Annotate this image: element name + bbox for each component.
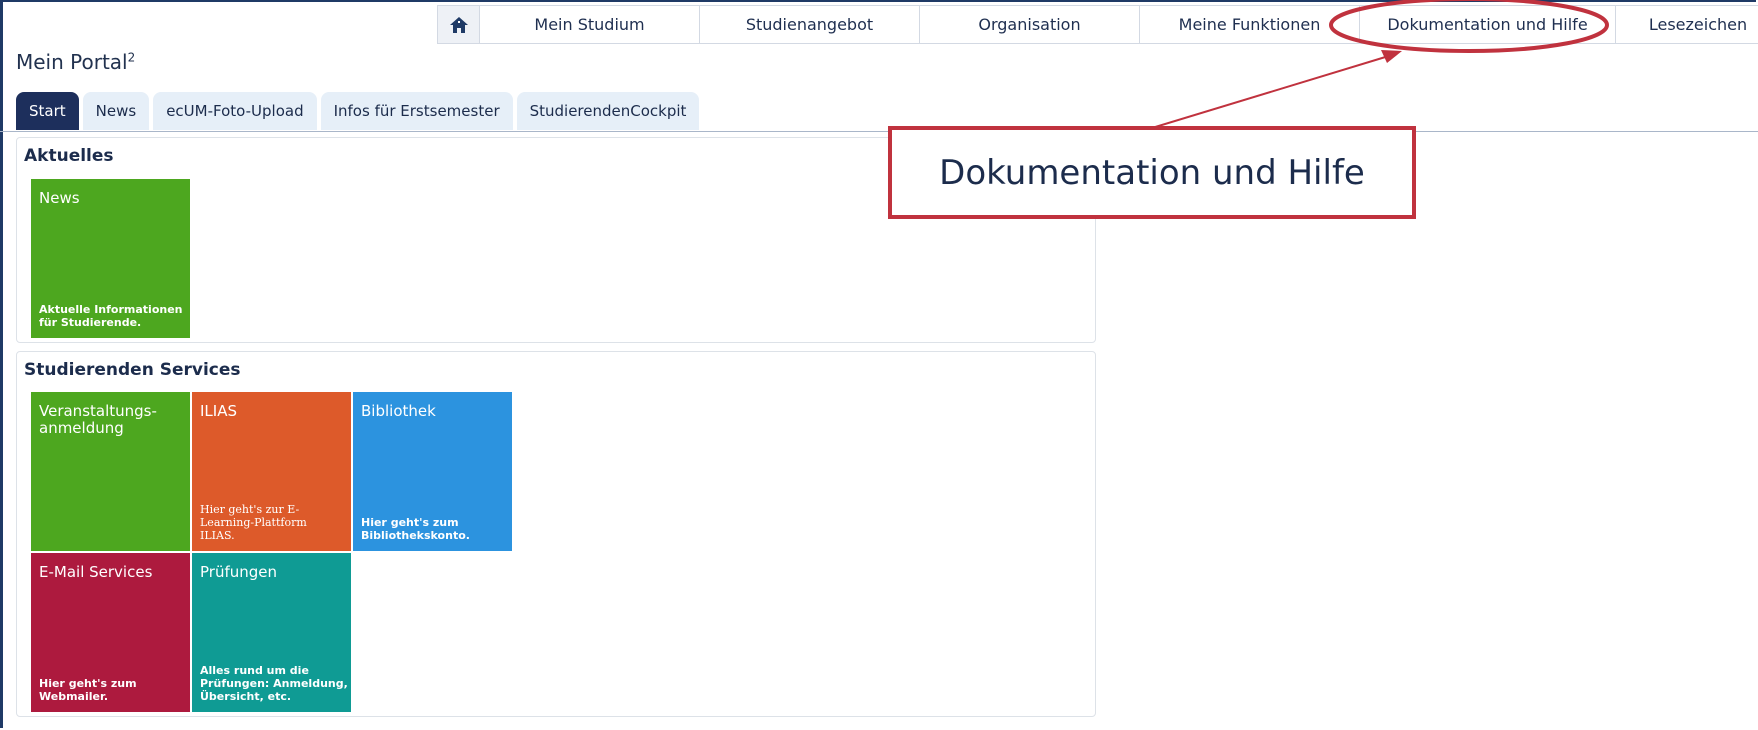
nav-dokumentation-und-hilfe[interactable]: Dokumentation und Hilfe [1360, 5, 1616, 44]
page-title: Mein Portal2 [16, 50, 135, 74]
services-heading: Studierenden Services [24, 360, 241, 380]
tile-description: Hier geht's zum Webmailer. [39, 677, 137, 703]
annotation-label: Dokumentation und Hilfe [939, 152, 1365, 193]
top-navigation: Mein Studium Studienangebot Organisation… [437, 5, 1758, 44]
portal-title-sup: 2 [127, 50, 136, 65]
tile-description: Aktuelle Informationen für Studierende. [39, 303, 183, 329]
tile-description: Hier geht's zur E-Learning-Plattform ILI… [200, 503, 307, 542]
tile-ilias[interactable]: ILIAS Hier geht's zur E-Learning-Plattfo… [192, 392, 351, 551]
tile-news[interactable]: News Aktuelle Informationen für Studiere… [31, 179, 190, 338]
nav-lesezeichen[interactable]: Lesezeichen [1616, 5, 1758, 44]
tab-studierendencockpit[interactable]: StudierendenCockpit [516, 92, 700, 130]
tile-veranstaltungsanmeldung[interactable]: Veranstaltungs-anmeldung [31, 392, 190, 551]
annotation-callout: Dokumentation und Hilfe [888, 126, 1416, 219]
tile-bibliothek[interactable]: Bibliothek Hier geht's zum Bibliotheksko… [353, 392, 512, 551]
tile-title: E-Mail Services [39, 563, 153, 581]
nav-organisation[interactable]: Organisation [920, 5, 1140, 44]
tab-start[interactable]: Start [16, 92, 79, 130]
tab-news[interactable]: News [82, 92, 150, 130]
tile-description: Alles rund um die Prüfungen: Anmeldung, … [200, 664, 348, 703]
portal-title-text: Mein Portal [16, 50, 128, 74]
tile-email-services[interactable]: E-Mail Services Hier geht's zum Webmaile… [31, 553, 190, 712]
tile-title: ILIAS [200, 402, 237, 420]
tile-description: Hier geht's zum Bibliothekskonto. [361, 516, 470, 542]
tile-title: Prüfungen [200, 563, 278, 581]
home-button[interactable] [437, 5, 480, 44]
tab-divider [0, 131, 1758, 132]
nav-mein-studium[interactable]: Mein Studium [480, 5, 700, 44]
tile-title: Veranstaltungs-anmeldung [39, 402, 157, 437]
tab-ecum-foto-upload[interactable]: ecUM-Foto-Upload [153, 92, 317, 130]
tab-bar: Start News ecUM-Foto-Upload Infos für Er… [16, 92, 700, 130]
tile-title: News [39, 189, 80, 207]
nav-studienangebot[interactable]: Studienangebot [700, 5, 920, 44]
home-icon [449, 16, 468, 33]
services-panel: Studierenden Services Veranstaltungs-anm… [16, 351, 1096, 717]
tab-infos-erstsemester[interactable]: Infos für Erstsemester [320, 92, 513, 130]
nav-meine-funktionen[interactable]: Meine Funktionen [1140, 5, 1360, 44]
tile-pruefungen[interactable]: Prüfungen Alles rund um die Prüfungen: A… [192, 553, 351, 712]
tile-title: Bibliothek [361, 402, 436, 420]
aktuelles-heading: Aktuelles [24, 146, 114, 166]
